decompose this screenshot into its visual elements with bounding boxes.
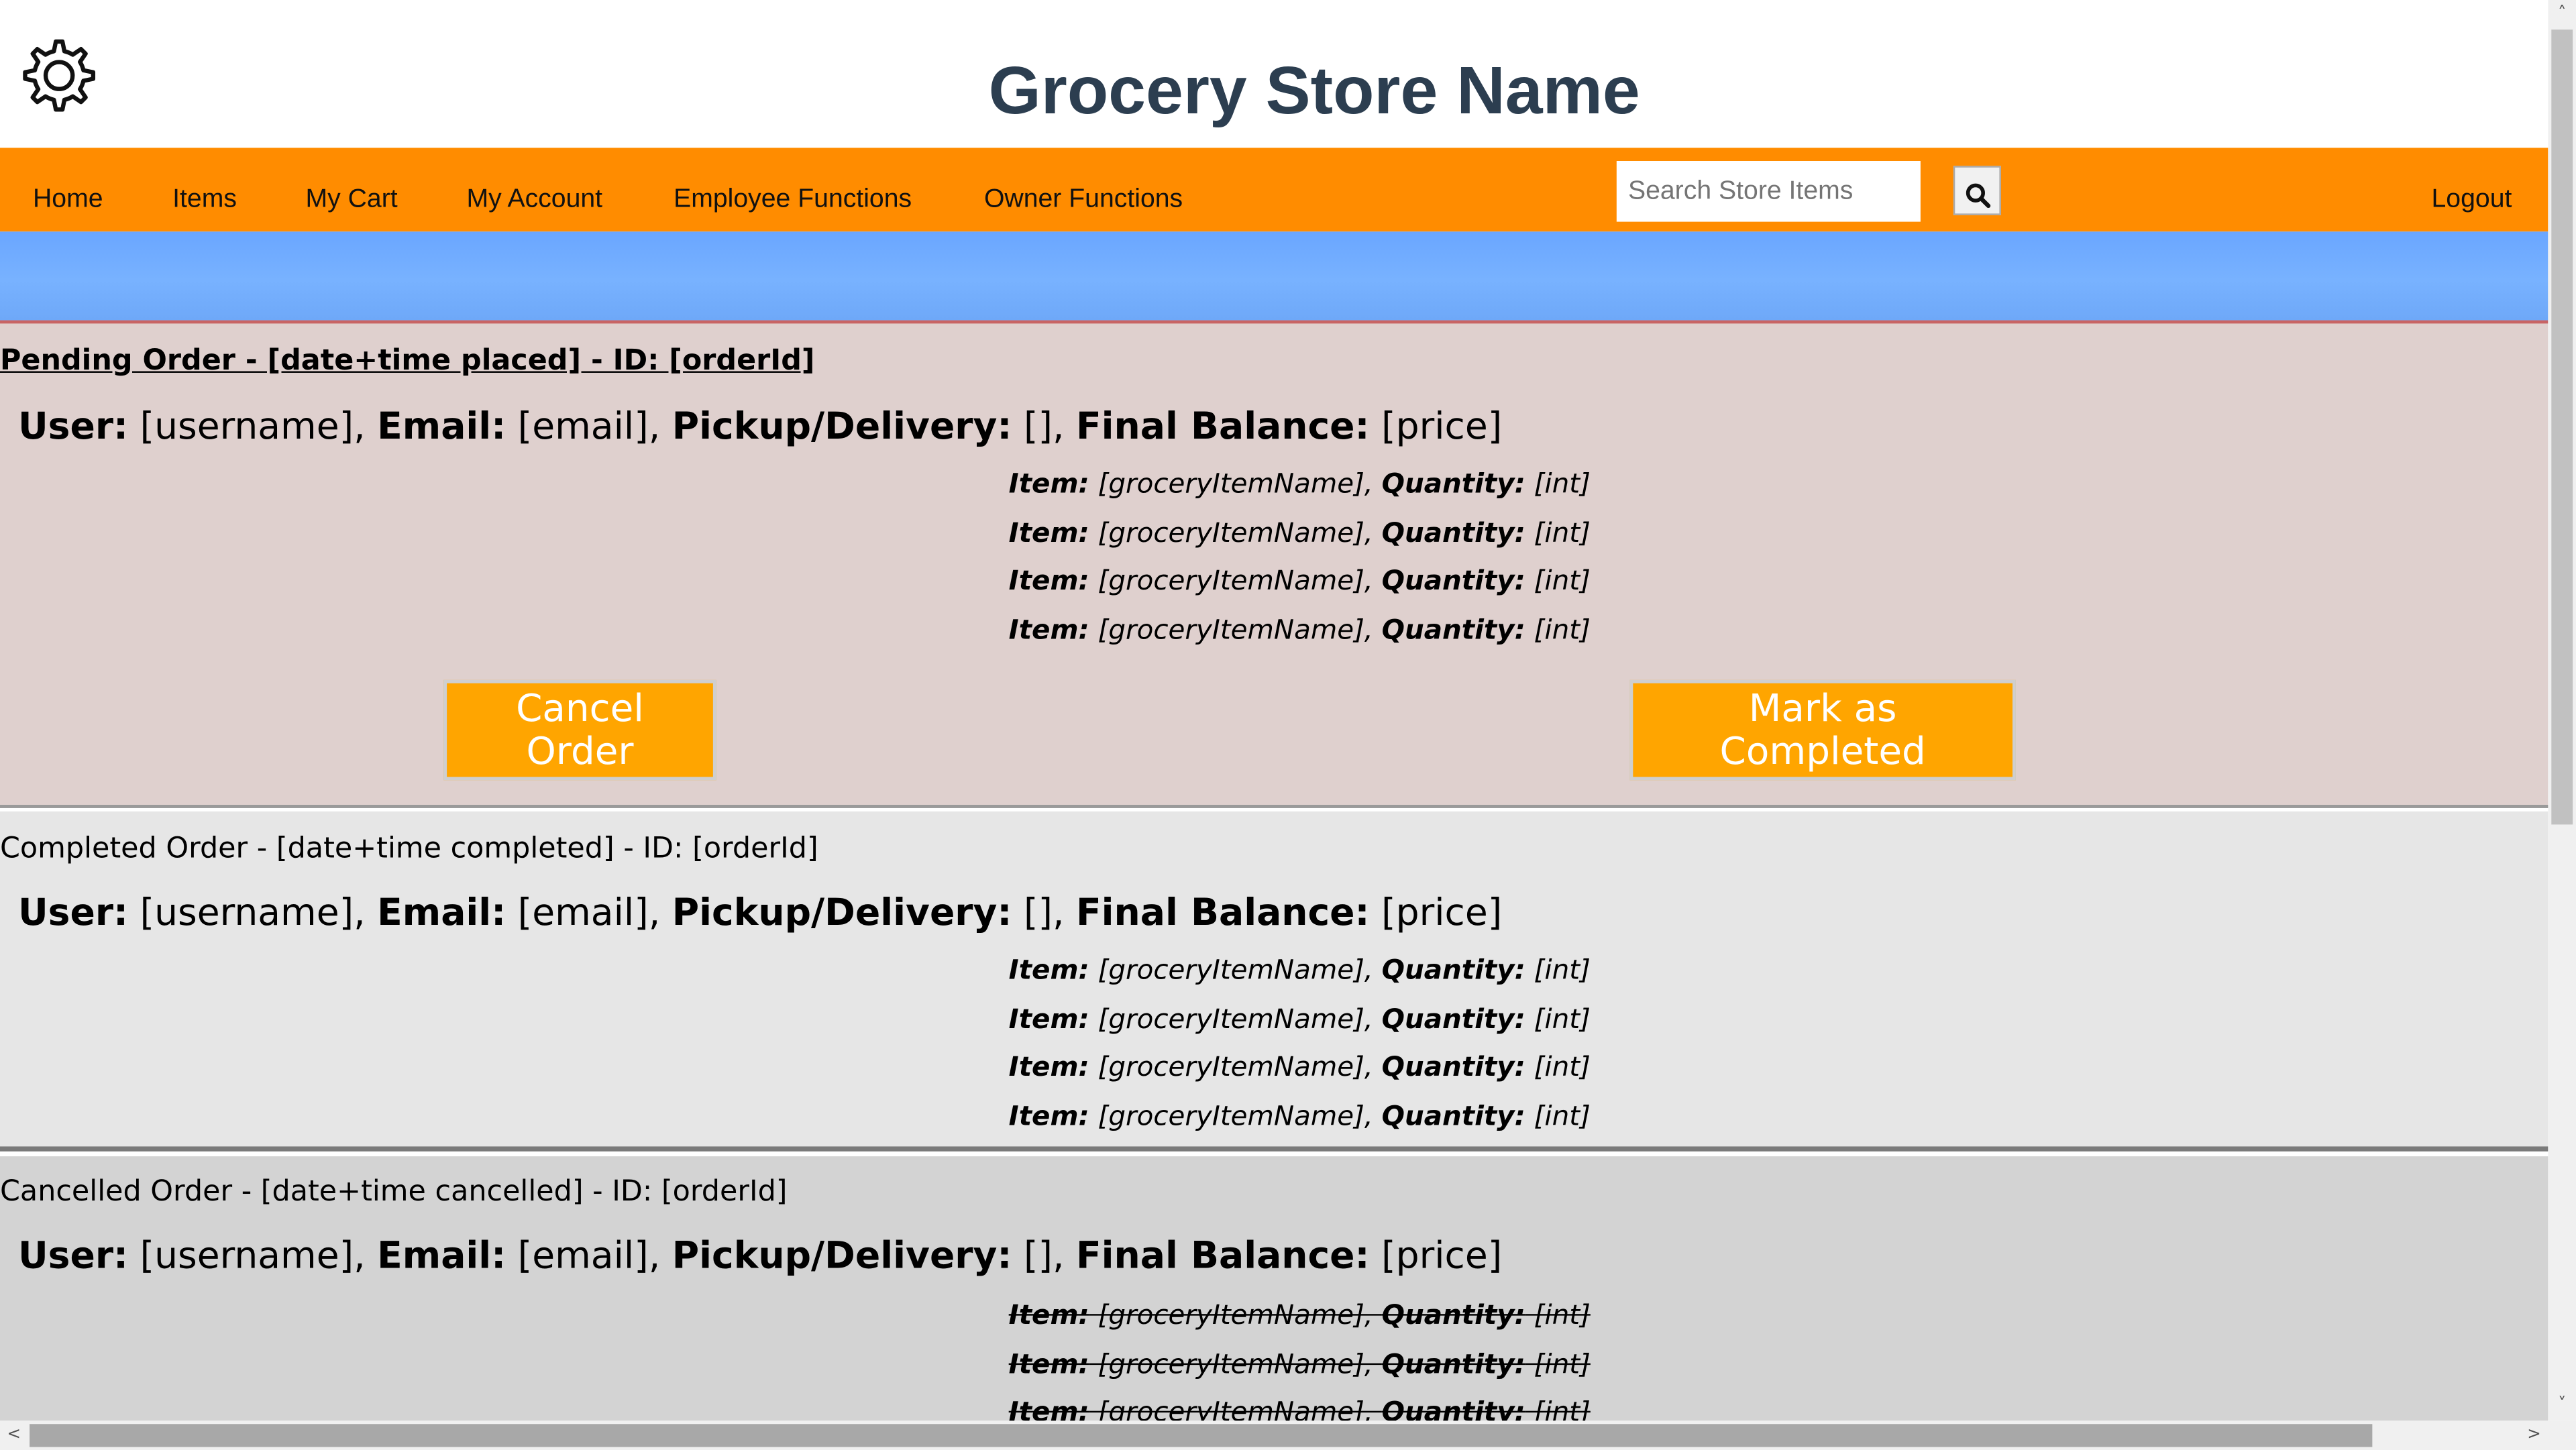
scroll-up-icon[interactable]: ˄: [2548, 0, 2576, 28]
list-item: Item: [groceryItemName], Quantity: [int]: [1008, 1051, 1591, 1083]
email-value: [email],: [506, 405, 672, 449]
list-item: Item: [groceryItemName], Quantity: [int]: [1008, 1347, 1591, 1380]
browser-page: Grocery Store Name Home Items My Cart My…: [0, 0, 2576, 1450]
completed-order-heading: Completed Order - [date+time completed] …: [0, 832, 818, 866]
main-navbar: Home Items My Cart My Account Employee F…: [0, 148, 2548, 232]
list-item: Item: [groceryItemName], Quantity: [int]: [1008, 1396, 1591, 1421]
pending-order-section: Pending Order - [date+time placed] - ID:…: [0, 323, 2548, 808]
list-item: Item: [groceryItemName], Quantity: [int]: [1008, 467, 1591, 500]
user-label: User:: [17, 405, 129, 449]
nav-my-account-link[interactable]: My Account: [467, 184, 603, 217]
scroll-left-icon[interactable]: <: [0, 1420, 28, 1449]
pickup-delivery-value: [],: [1012, 405, 1077, 449]
page-viewport: Grocery Store Name Home Items My Cart My…: [0, 0, 2548, 1421]
list-item: Item: [groceryItemName], Quantity: [int]: [1008, 565, 1591, 597]
email-label: Email:: [377, 405, 506, 449]
scroll-right-icon[interactable]: >: [2520, 1420, 2548, 1449]
nav-my-cart-link[interactable]: My Cart: [306, 184, 398, 217]
site-header: Grocery Store Name: [0, 0, 2548, 148]
nav-items-link[interactable]: Items: [172, 184, 237, 217]
hero-banner: [0, 231, 2548, 324]
search-input[interactable]: [1616, 161, 1921, 222]
list-item: Item: [groceryItemName], Quantity: [int]: [1008, 1003, 1591, 1034]
final-balance-label: Final Balance:: [1076, 1235, 1370, 1278]
nav-owner-functions-link[interactable]: Owner Functions: [984, 184, 1183, 217]
email-label: Email:: [377, 891, 506, 935]
cancelled-order-summary: User: [username], Email: [email], Pickup…: [18, 1233, 1502, 1280]
scrollbar-corner: [2548, 1420, 2576, 1450]
email-value: [email],: [506, 1235, 672, 1278]
cancel-order-button[interactable]: Cancel Order: [443, 679, 716, 781]
list-item: Item: [groceryItemName], Quantity: [int]: [1008, 954, 1591, 986]
mark-as-completed-button[interactable]: Mark as Completed: [1629, 679, 2016, 781]
pending-order-items: Item: [groceryItemName], Quantity: [int]…: [1009, 460, 1591, 655]
list-item: Item: [groceryItemName], Quantity: [int]: [1008, 516, 1591, 548]
user-value: [username],: [128, 405, 378, 449]
nav-employee-functions-link[interactable]: Employee Functions: [674, 184, 912, 217]
cancelled-order-section: Cancelled Order - [date+time cancelled] …: [0, 1156, 2548, 1421]
pending-order-heading[interactable]: Pending Order - [date+time placed] - ID:…: [0, 343, 815, 380]
pending-order-summary: User: [username], Email: [email], Pickup…: [18, 404, 1502, 450]
pickup-delivery-value: [],: [1012, 891, 1077, 935]
pickup-delivery-label: Pickup/Delivery:: [672, 891, 1012, 935]
final-balance-value: [price]: [1369, 891, 1503, 935]
pickup-delivery-value: [],: [1012, 1235, 1077, 1278]
user-value: [username],: [128, 1235, 378, 1278]
vertical-scroll-thumb[interactable]: [2551, 30, 2573, 825]
scroll-down-icon[interactable]: ˅: [2548, 1391, 2576, 1419]
completed-order-summary: User: [username], Email: [email], Pickup…: [18, 890, 1502, 936]
search-button[interactable]: [1953, 166, 2001, 215]
list-item: Item: [groceryItemName], Quantity: [int]: [1008, 1299, 1591, 1331]
nav-home-link[interactable]: Home: [33, 184, 103, 217]
user-label: User:: [17, 891, 129, 935]
completed-order-section: Completed Order - [date+time completed] …: [0, 811, 2548, 1152]
pickup-delivery-label: Pickup/Delivery:: [672, 1235, 1012, 1278]
page-title: Grocery Store Name: [988, 52, 1640, 129]
list-item: Item: [groceryItemName], Quantity: [int]: [1008, 1100, 1591, 1131]
horizontal-scroll-thumb[interactable]: [30, 1424, 2373, 1447]
email-value: [email],: [506, 891, 672, 935]
list-item: Item: [groceryItemName], Quantity: [int]: [1008, 614, 1591, 645]
final-balance-value: [price]: [1369, 405, 1503, 449]
logout-link[interactable]: Logout: [2432, 184, 2512, 217]
vertical-scrollbar[interactable]: ˄ ˅: [2548, 0, 2576, 1421]
final-balance-label: Final Balance:: [1076, 405, 1370, 449]
cancelled-order-heading: Cancelled Order - [date+time cancelled] …: [0, 1176, 788, 1209]
email-label: Email:: [377, 1235, 506, 1278]
final-balance-value: [price]: [1369, 1235, 1503, 1278]
completed-order-items: Item: [groceryItemName], Quantity: [int]…: [1009, 946, 1591, 1141]
pickup-delivery-label: Pickup/Delivery:: [672, 405, 1012, 449]
user-label: User:: [17, 1235, 129, 1278]
search-icon: [1965, 183, 1990, 209]
final-balance-label: Final Balance:: [1076, 891, 1370, 935]
user-value: [username],: [128, 891, 378, 935]
cancelled-order-items: Item: [groceryItemName], Quantity: [int]…: [1009, 1291, 1591, 1420]
horizontal-scrollbar[interactable]: < >: [0, 1420, 2548, 1450]
